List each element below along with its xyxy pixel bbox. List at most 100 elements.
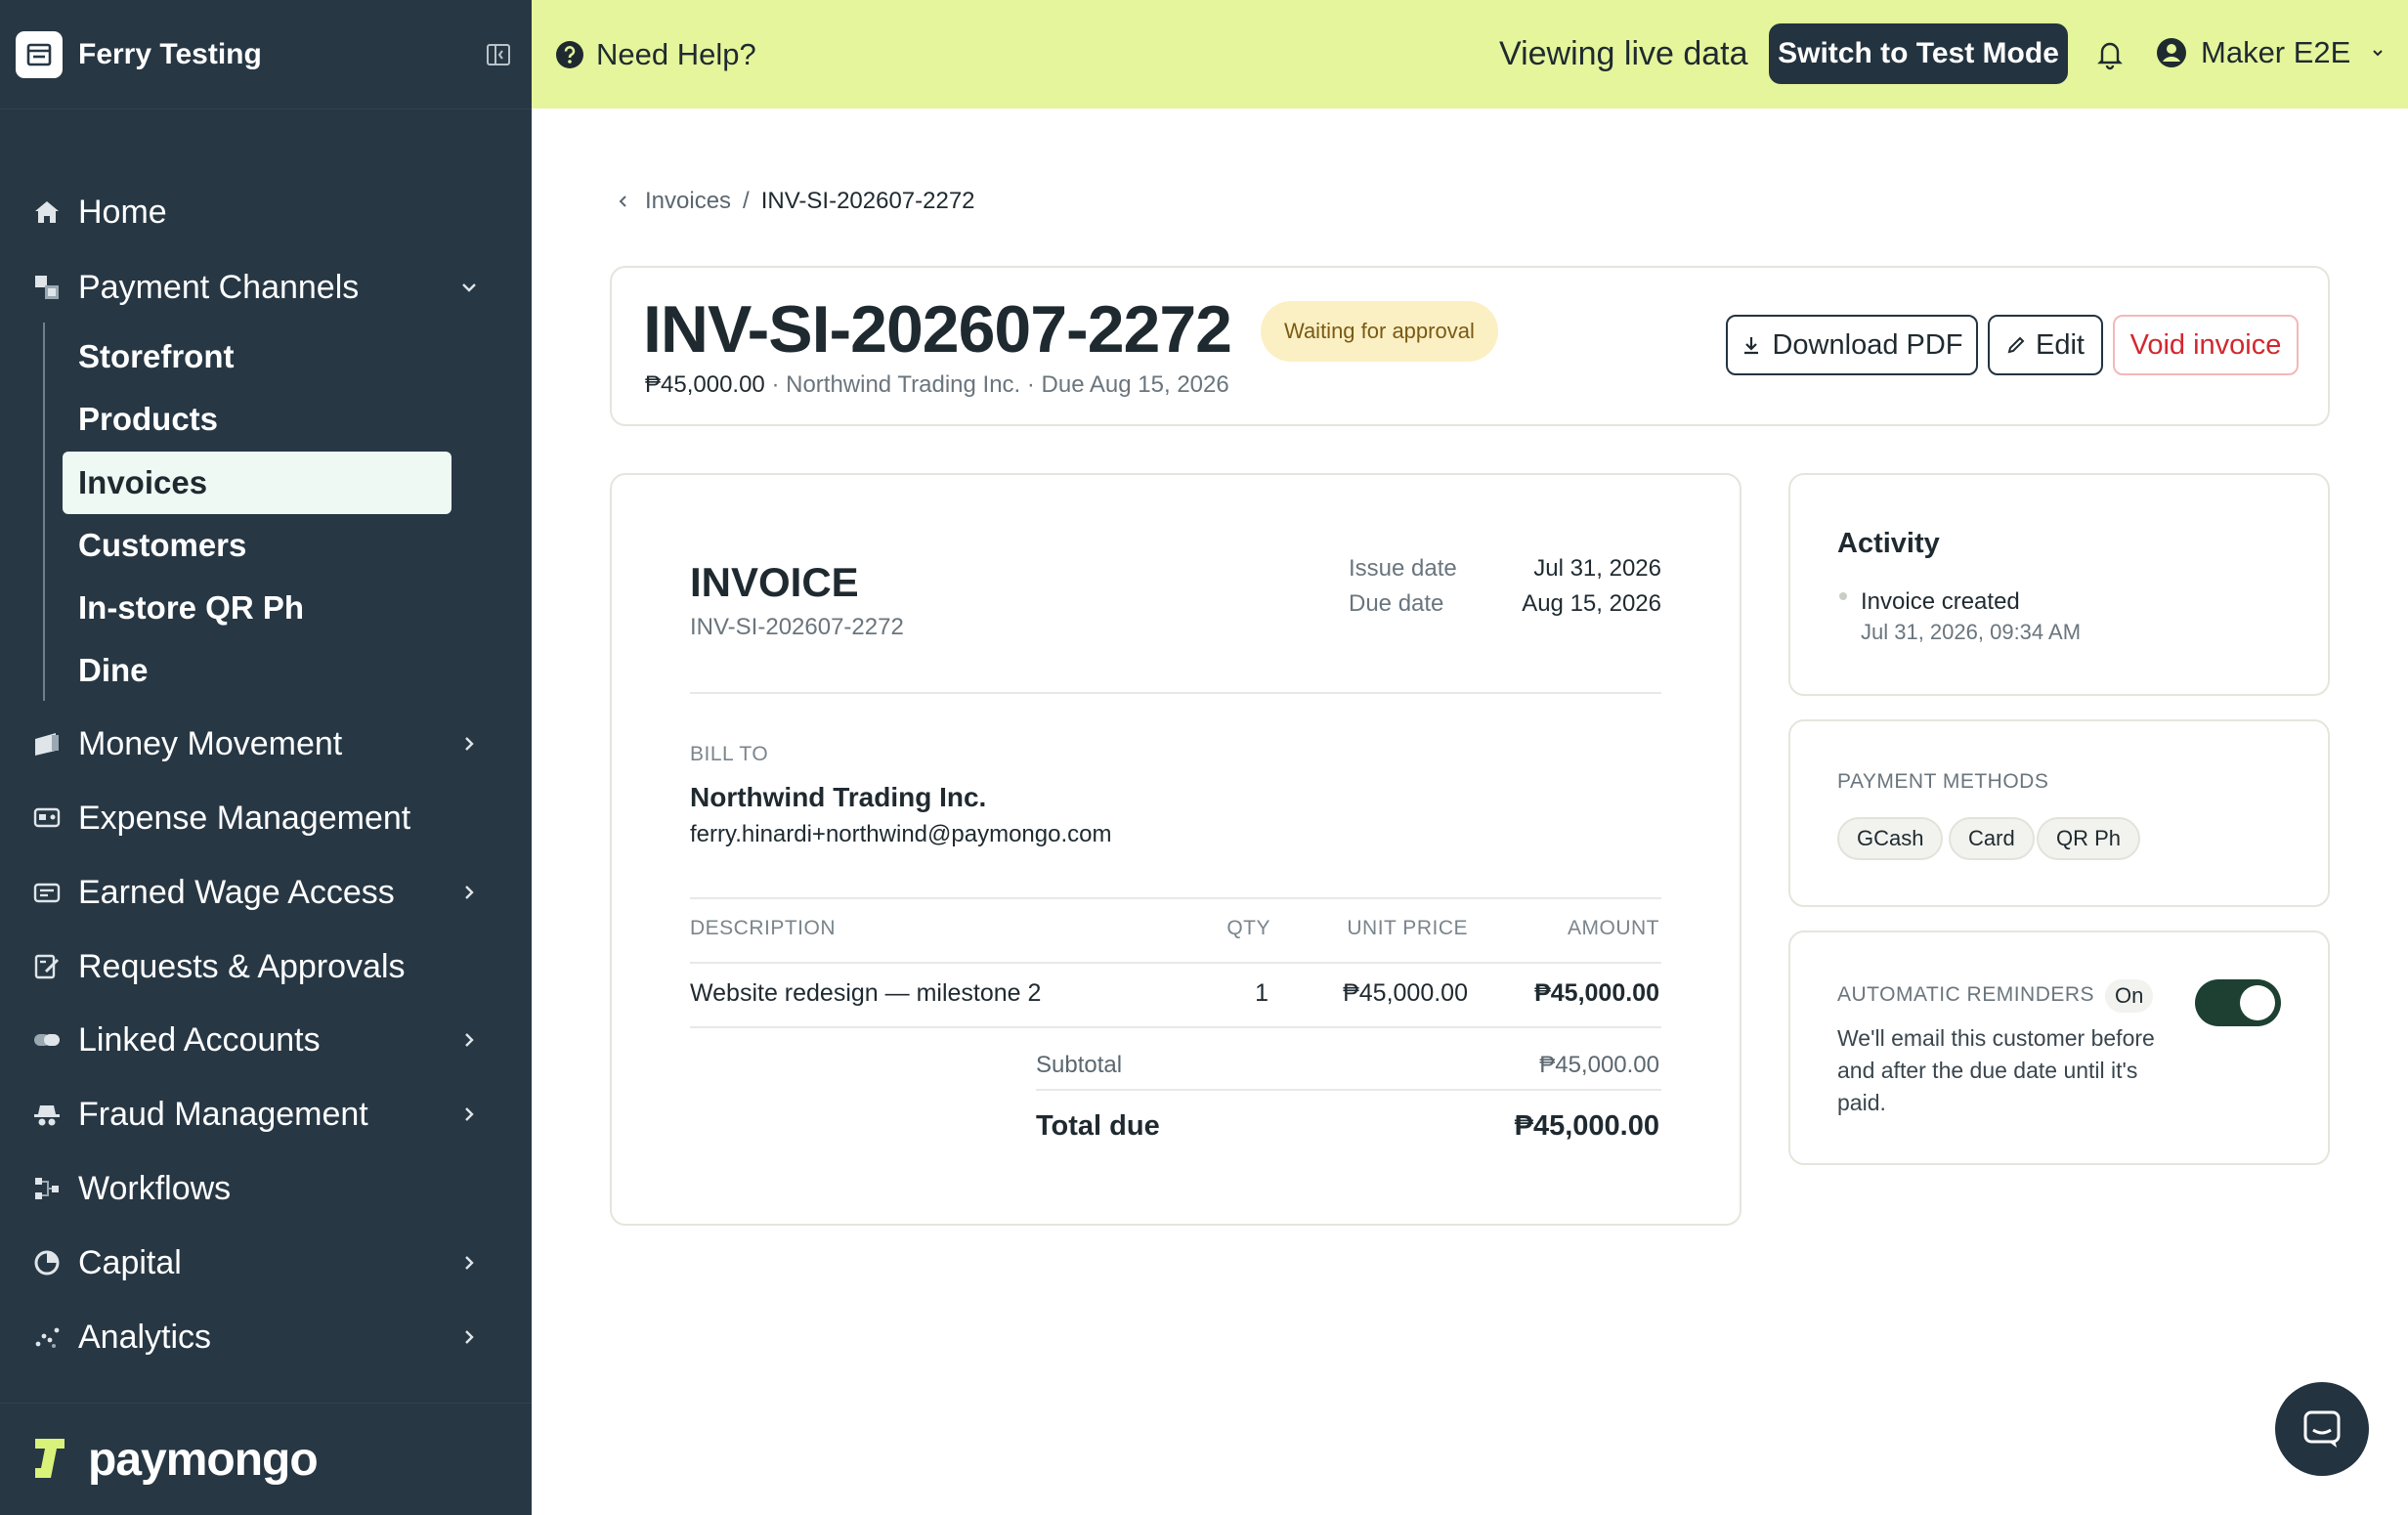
user-menu[interactable]: Maker E2E xyxy=(2156,35,2387,70)
sidebar-item-label: Capital xyxy=(78,1243,182,1281)
line-item-qty: 1 xyxy=(1255,979,1268,1007)
download-pdf-label: Download PDF xyxy=(1772,328,1963,361)
help-label: Need Help? xyxy=(596,36,756,71)
line-item-amount: ₱45,000.00 xyxy=(1534,979,1659,1007)
chevron-right-icon xyxy=(455,879,483,906)
sidebar-item-fraud-management[interactable]: Fraud Management xyxy=(0,1083,532,1146)
sidebar-item-requests-approvals[interactable]: Requests & Approvals xyxy=(0,935,532,998)
pencil-icon xyxy=(2007,336,2025,354)
reminders-label: AUTOMATIC REMINDERS xyxy=(1837,983,2095,1006)
wallet-icon xyxy=(31,877,63,908)
collapse-sidebar-icon[interactable] xyxy=(481,37,516,72)
sidebar-item-capital[interactable]: Capital xyxy=(0,1232,532,1294)
sidebar-item-earned-wage-access[interactable]: Earned Wage Access xyxy=(0,861,532,924)
capital-icon xyxy=(31,1247,63,1278)
help-icon xyxy=(556,40,583,68)
chevron-left-icon[interactable] xyxy=(616,194,631,209)
chevron-down-icon xyxy=(455,274,483,301)
breadcrumb: Invoices / INV-SI-202607-2272 xyxy=(616,188,975,215)
invoice-summary-rest: · Northwind Trading Inc. · Due Aug 15, 2… xyxy=(764,371,1229,398)
bill-to-label: BILL TO xyxy=(690,743,769,765)
edit-label: Edit xyxy=(2036,328,2085,361)
issue-date-label: Issue date xyxy=(1349,555,1457,582)
activity-card: Activity Invoice created Jul 31, 2026, 0… xyxy=(1788,473,2330,696)
sidebar-subitem-dine[interactable]: Dine xyxy=(63,639,452,702)
payment-methods-card: PAYMENT METHODS GCash Card QR Ph xyxy=(1788,719,2330,907)
total-due-value: ₱45,000.00 xyxy=(1514,1110,1659,1142)
col-unit-price: UNIT PRICE xyxy=(1347,917,1468,939)
reminders-toggle[interactable] xyxy=(2195,979,2281,1026)
invoice-doc-title: INVOICE xyxy=(690,559,859,605)
money-movement-icon xyxy=(31,728,63,759)
sidebar-subitem-storefront[interactable]: Storefront xyxy=(63,325,452,388)
sidebar-subitem-in-store-qr-ph[interactable]: In-store QR Ph xyxy=(63,577,452,639)
org-name[interactable]: Ferry Testing xyxy=(78,38,481,71)
sidebar-footer: paymongo xyxy=(0,1403,532,1515)
due-date-value: Aug 15, 2026 xyxy=(1522,590,1661,617)
sidebar-item-expense-management[interactable]: Expense Management xyxy=(0,787,532,849)
sidebar-item-label: Workflows xyxy=(78,1169,232,1207)
breadcrumb-parent[interactable]: Invoices xyxy=(645,188,731,215)
payment-method-chip: Card xyxy=(1949,817,2035,860)
sidebar-subitem-customers[interactable]: Customers xyxy=(63,514,452,577)
sidebar-subitem-invoices[interactable]: Invoices xyxy=(63,452,452,514)
store-icon xyxy=(16,30,63,78)
subtotal-value: ₱45,000.00 xyxy=(1539,1052,1659,1078)
sidebar-item-label: Requests & Approvals xyxy=(78,947,406,985)
chevron-right-icon xyxy=(455,1323,483,1351)
sidebar: Ferry Testing Home Payment Channels Stor… xyxy=(0,0,532,1515)
chat-support-button[interactable] xyxy=(2275,1382,2369,1476)
chevron-right-icon xyxy=(455,1026,483,1054)
sidebar-item-label: Home xyxy=(78,193,167,231)
switch-test-mode-button[interactable]: Switch to Test Mode xyxy=(1769,23,2068,84)
reminders-description: We'll email this customer before and aft… xyxy=(1837,1025,2155,1115)
sidebar-item-money-movement[interactable]: Money Movement xyxy=(0,713,532,775)
timeline-dot xyxy=(1839,592,1847,600)
reminders-card: AUTOMATIC REMINDERS On We'll email this … xyxy=(1788,931,2330,1165)
help-link[interactable]: Need Help? xyxy=(555,37,756,72)
sidebar-subitem-products[interactable]: Products xyxy=(63,388,452,451)
toggle-knob xyxy=(2240,985,2275,1020)
workflow-icon xyxy=(31,1173,63,1204)
sidebar-item-label: Analytics xyxy=(78,1318,212,1356)
divider xyxy=(690,962,1661,964)
sidebar-item-home[interactable]: Home xyxy=(0,181,532,243)
viewing-mode-label: Viewing live data xyxy=(1499,35,1748,72)
sidebar-item-analytics[interactable]: Analytics xyxy=(0,1306,532,1368)
payment-method-chip: GCash xyxy=(1837,817,1944,860)
due-date-label: Due date xyxy=(1349,590,1444,617)
payment-method-chip: QR Ph xyxy=(2037,817,2141,860)
breadcrumb-separator: / xyxy=(743,188,750,214)
chevron-right-icon xyxy=(455,1101,483,1128)
line-item-unit-price: ₱45,000.00 xyxy=(1343,979,1468,1007)
issue-date-row: Issue date Jul 31, 2026 xyxy=(1349,555,1661,583)
link-icon xyxy=(31,1024,63,1056)
divider xyxy=(690,897,1661,899)
page-title: INV-SI-202607-2272 xyxy=(643,292,1232,367)
activity-title: Activity xyxy=(1837,528,1940,559)
sidebar-nav: Home Payment Channels Storefront Product… xyxy=(0,176,532,1403)
sidebar-item-label: Linked Accounts xyxy=(78,1020,321,1059)
user-avatar-icon xyxy=(2157,38,2186,67)
download-pdf-button[interactable]: Download PDF xyxy=(1726,315,1978,375)
customer-email: ferry.hinardi+northwind@paymongo.com xyxy=(690,821,1112,847)
fraud-icon xyxy=(31,1099,63,1130)
void-invoice-button[interactable]: Void invoice xyxy=(2113,315,2299,375)
reminder-state-badge: On xyxy=(2105,979,2154,1013)
sidebar-item-label: Expense Management xyxy=(78,799,411,837)
chevron-down-icon xyxy=(2373,50,2384,57)
bell-icon[interactable] xyxy=(2093,37,2127,70)
sidebar-item-linked-accounts[interactable]: Linked Accounts xyxy=(0,1009,532,1071)
expense-icon xyxy=(31,802,63,834)
payment-channels-icon xyxy=(31,272,63,303)
sidebar-item-payment-channels[interactable]: Payment Channels xyxy=(0,256,532,319)
edit-button[interactable]: Edit xyxy=(1988,315,2103,375)
paymongo-logo-icon xyxy=(35,1439,64,1478)
divider xyxy=(1036,1089,1661,1091)
line-item-description: Website redesign — milestone 2 xyxy=(690,979,1042,1007)
sidebar-item-label: Payment Channels xyxy=(78,268,360,306)
total-due-label: Total due xyxy=(1036,1110,1160,1142)
sidebar-item-workflows[interactable]: Workflows xyxy=(0,1157,532,1220)
chevron-right-icon xyxy=(455,1249,483,1277)
customer-name: Northwind Trading Inc. xyxy=(690,782,987,812)
